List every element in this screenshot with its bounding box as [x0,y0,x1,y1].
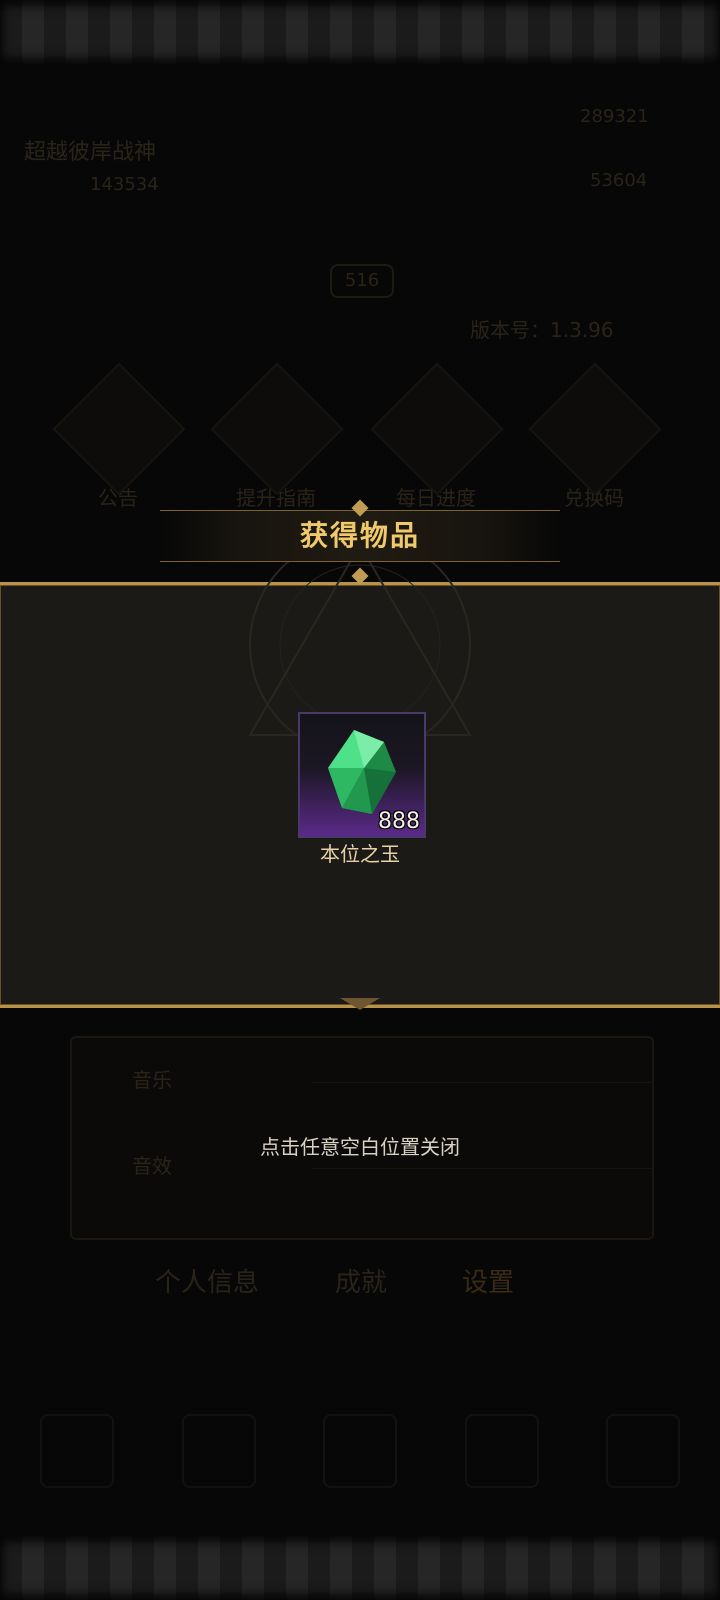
notice-button[interactable]: 公告 [52,362,186,511]
currency-1: 289321 [580,106,649,127]
music-label: 音乐 [132,1068,172,1092]
item-count: 888 [378,809,420,834]
player-name: 超越彼岸战神 [24,140,157,165]
nav-item[interactable] [40,1414,114,1488]
bottom-nav [40,1414,680,1494]
tab-achievements[interactable]: 成就 [335,1262,387,1299]
guide-button[interactable]: 提升指南 [210,362,344,511]
daily-progress-button[interactable]: 每日进度 [370,362,504,511]
version-label: 版本号：1.3.96 [470,318,614,342]
tab-settings[interactable]: 设置 [462,1262,514,1299]
music-slider[interactable] [312,1060,652,1083]
player-power: 143534 [90,174,159,195]
green-gem-icon [328,730,396,814]
panel-title: 获得物品 [299,519,420,552]
bottom-decorative-bar [0,1536,720,1600]
currency-2: 53604 [590,170,648,191]
reward-item-slot[interactable]: 888 [298,712,426,838]
tab-profile[interactable]: 个人信息 [155,1262,259,1299]
nav-item[interactable] [606,1414,680,1488]
redeem-code-button[interactable]: 兑换码 [528,362,662,511]
nav-item[interactable] [323,1414,397,1488]
top-decorative-bar [0,0,720,64]
nav-item[interactable] [181,1414,256,1488]
item-name: 本位之玉 [320,842,400,866]
close-hint: 点击任意空白位置关闭 [260,1135,460,1159]
nav-item[interactable] [464,1414,539,1488]
bottom-ornament [340,998,380,1024]
level-badge: 516 [330,264,394,298]
